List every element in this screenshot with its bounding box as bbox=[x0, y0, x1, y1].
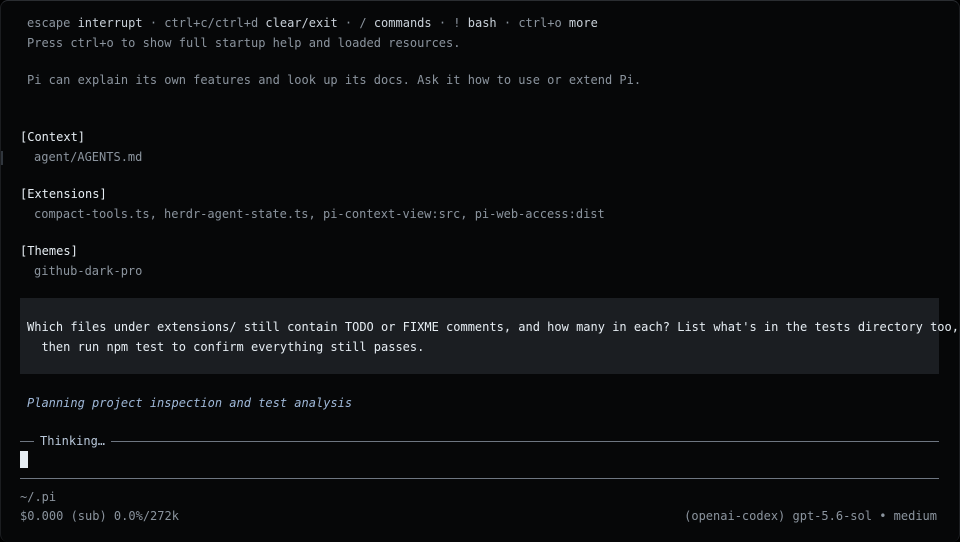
context-file-item: agent/AGENTS.md bbox=[34, 150, 143, 164]
user-prompt-block: Which files under extensions/ still cont… bbox=[20, 298, 959, 374]
hint-action: interrupt bbox=[70, 16, 143, 30]
hint-action: more bbox=[561, 16, 598, 30]
context-section-title: [Context] bbox=[20, 130, 86, 144]
planning-status: Planning project inspection and test ana… bbox=[27, 396, 353, 410]
user-prompt-line-2: then run npm test to confirm everything … bbox=[27, 340, 425, 354]
themes-section-title: [Themes] bbox=[20, 244, 78, 258]
startup-help-hint: Press ctrl+o to show full startup help a… bbox=[27, 36, 461, 50]
terminal-window[interactable]: escape interrupt · ctrl+c/ctrl+d clear/e… bbox=[0, 0, 960, 542]
hint-key: · ctrl+c/ctrl+d bbox=[142, 16, 259, 30]
hint-action: commands bbox=[366, 16, 432, 30]
extensions-section-title: [Extensions] bbox=[20, 187, 107, 201]
thinking-rule-right bbox=[111, 440, 939, 442]
thinking-divider: Thinking… bbox=[20, 433, 939, 449]
hint-key: · ctrl+o bbox=[496, 16, 562, 30]
thinking-rule-left bbox=[20, 440, 34, 442]
session-cost-usage: $0.000 (sub) 0.0%/272k bbox=[20, 509, 179, 523]
input-cursor[interactable] bbox=[20, 451, 28, 468]
hint-key: · / bbox=[337, 16, 367, 30]
hint-key: · ! bbox=[431, 16, 461, 30]
hint-key: escape bbox=[27, 16, 71, 30]
keybinding-hints: escape interrupt · ctrl+c/ctrl+d clear/e… bbox=[27, 15, 598, 31]
model-indicator: (openai-codex) gpt-5.6-sol • medium bbox=[684, 509, 937, 523]
extensions-list: compact-tools.ts, herdr-agent-state.ts, … bbox=[34, 207, 605, 221]
input-bottom-rule bbox=[20, 478, 939, 479]
user-prompt-line-1: Which files under extensions/ still cont… bbox=[27, 320, 959, 334]
hint-action: clear/exit bbox=[258, 16, 338, 30]
working-directory: ~/.pi bbox=[20, 490, 57, 504]
pi-intro-hint: Pi can explain its own features and look… bbox=[27, 73, 642, 87]
theme-item: github-dark-pro bbox=[34, 264, 143, 278]
scroll-edge-mark bbox=[1, 151, 3, 165]
thinking-label: Thinking… bbox=[40, 434, 106, 448]
hint-action: bash bbox=[460, 16, 497, 30]
